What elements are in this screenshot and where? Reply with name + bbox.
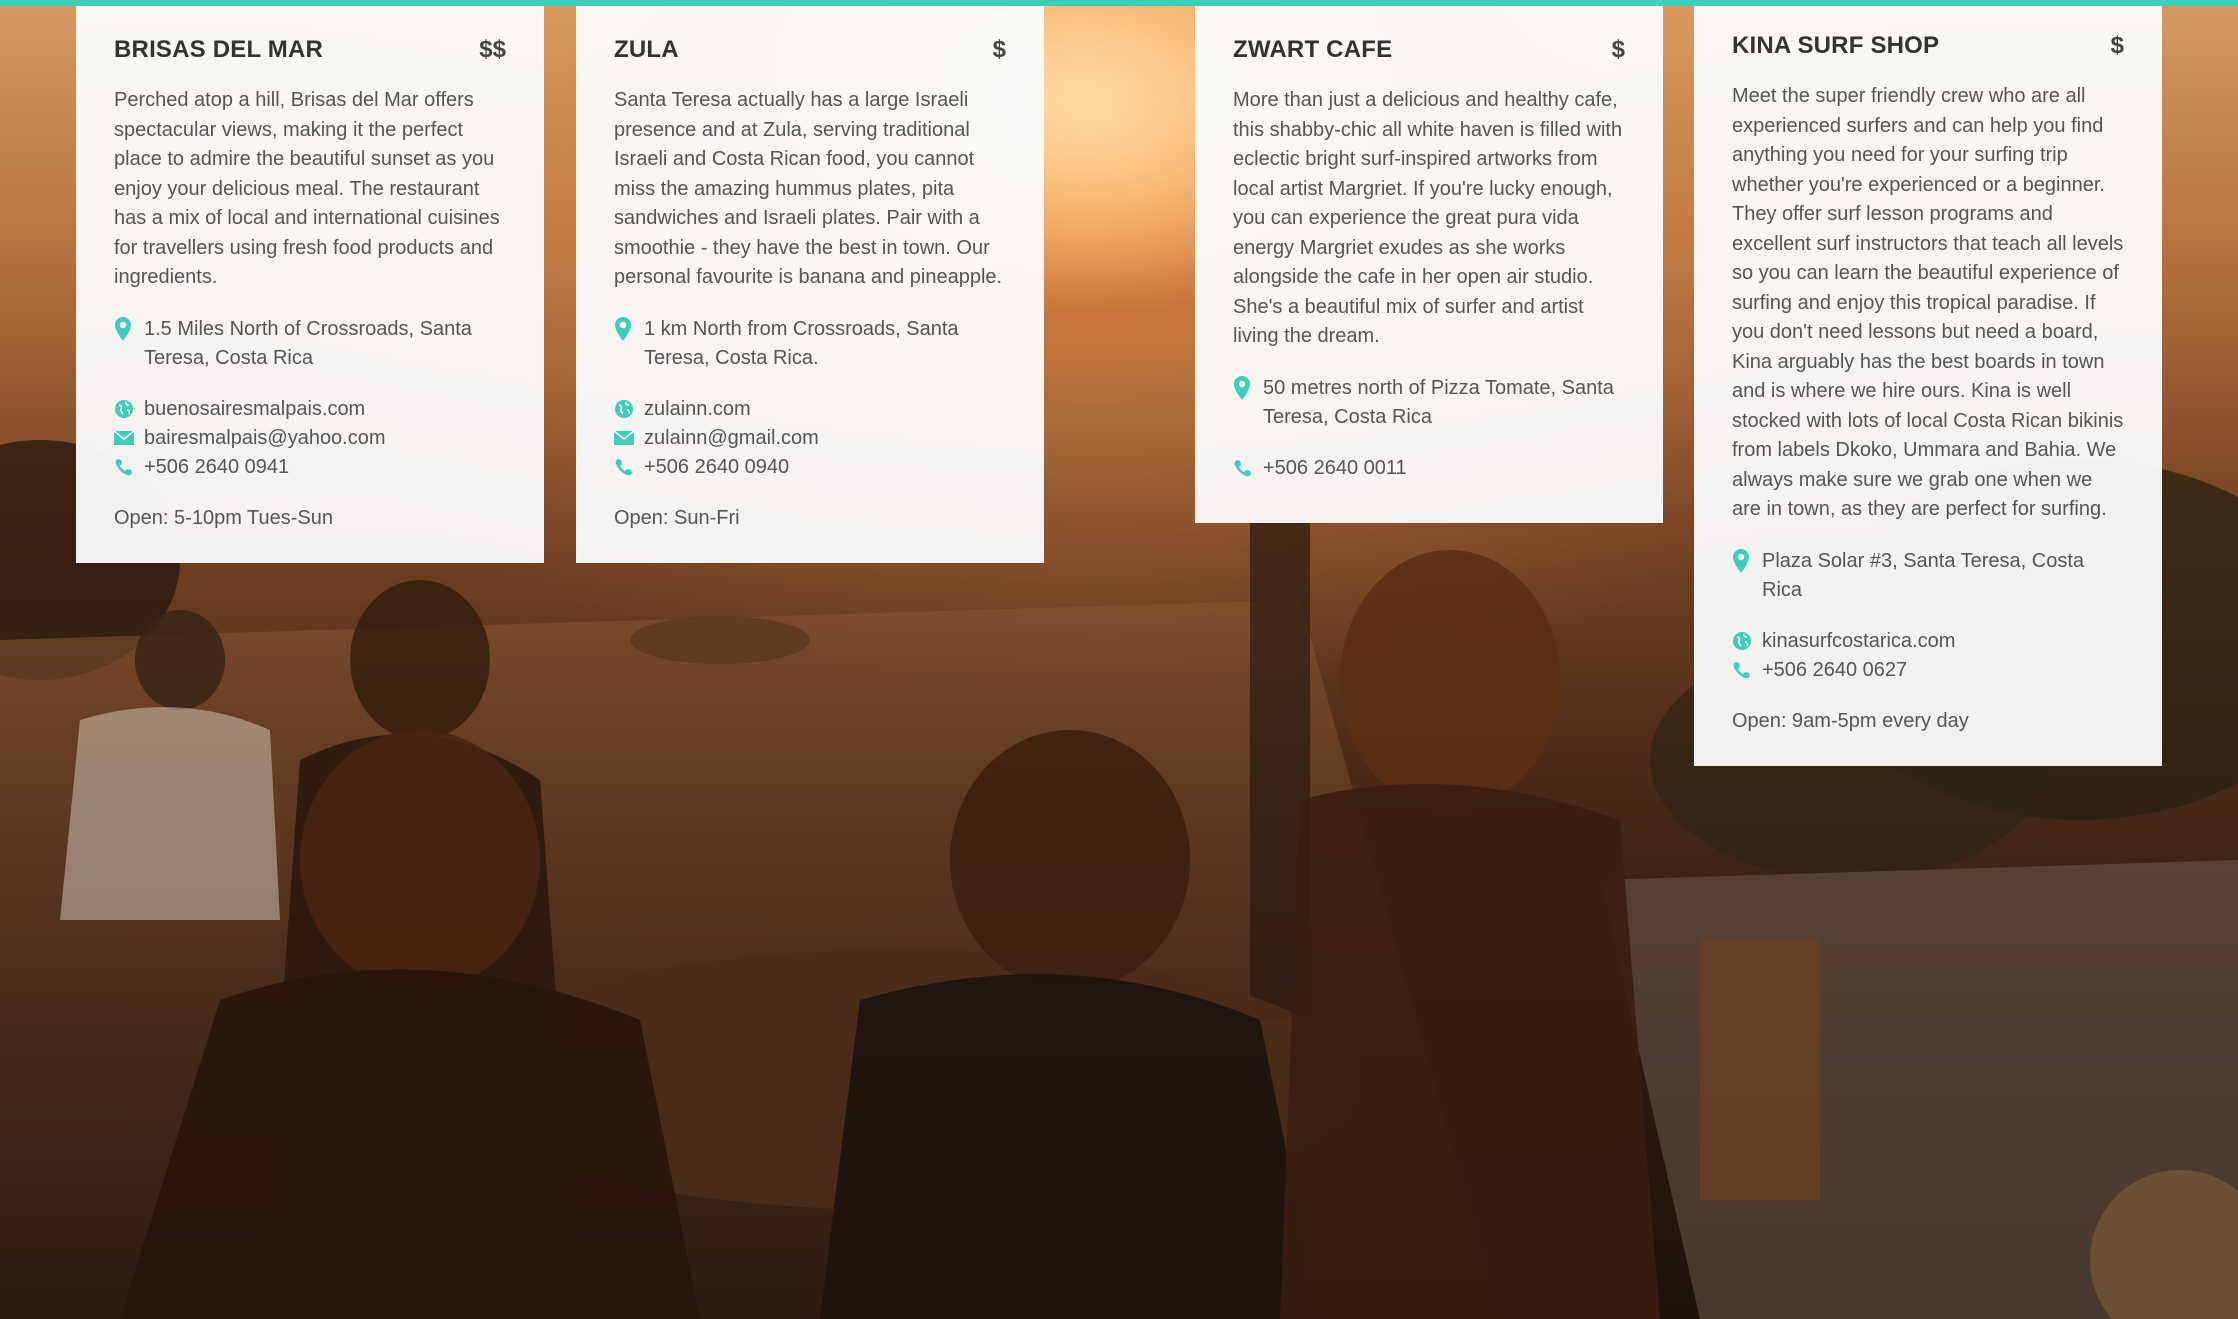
address-group: Plaza Solar #3, Santa Teresa, Costa Rica [1732,547,2124,605]
card-header: ZWART CAFE $ [1233,36,1625,64]
person-body-4 [1280,784,1660,1319]
phone-link[interactable]: +506 2640 0941 [144,453,289,482]
accent-top-bar [0,0,2238,6]
contact-group: zulainn.com zulainn@gmail.com +506 2640 … [614,395,1006,482]
price-level: $ [2110,32,2124,59]
table-front [440,950,1360,1210]
contact-group: kinasurfcostarica.com +506 2640 0627 [1732,627,2124,685]
person-head-1 [350,580,490,740]
listing-card-brisas-del-mar: BRISAS DEL MAR $$ Perched atop a hill, B… [76,6,544,563]
address-row: 1.5 Miles North of Crossroads, Santa Ter… [114,315,506,373]
chair-right [1700,940,1820,1200]
website-row: kinasurfcostarica.com [1732,627,2124,656]
card-header: BRISAS DEL MAR $$ [114,36,506,64]
person-head-5 [135,610,225,710]
address-text: 50 metres north of Pizza Tomate, Santa T… [1263,376,1614,428]
phone-icon [1732,656,1754,685]
person-body-1 [260,734,580,1319]
price-level: $ [992,36,1006,63]
listing-card-zula: ZULA $ Santa Teresa actually has a large… [576,6,1044,563]
contact-group: buenosairesmalpais.com bairesmalpais@yah… [114,395,506,482]
phone-link[interactable]: +506 2640 0627 [1762,656,1907,685]
card-description: Santa Teresa actually has a large Israel… [614,89,1003,288]
card-description: Meet the super friendly crew who are all… [1732,85,2124,520]
address-group: 50 metres north of Pizza Tomate, Santa T… [1233,374,1625,432]
map-pin-icon [614,315,636,344]
address-text: Plaza Solar #3, Santa Teresa, Costa Rica [1762,549,2085,601]
price-level: $$ [479,36,506,63]
map-pin-icon [1732,547,1754,576]
phone-icon [614,453,636,482]
phone-link[interactable]: +506 2640 0940 [644,453,789,482]
card-title: ZWART CAFE [1233,36,1393,63]
globe-icon [114,395,136,424]
wicker-ottoman [2090,1170,2238,1319]
listing-card-zwart-cafe: ZWART CAFE $ More than just a delicious … [1195,6,1663,523]
address-row: 50 metres north of Pizza Tomate, Santa T… [1233,374,1625,432]
address-group: 1.5 Miles North of Crossroads, Santa Ter… [114,315,506,373]
website-row: buenosairesmalpais.com [114,395,506,424]
page: BRISAS DEL MAR $$ Perched atop a hill, B… [0,0,2238,1319]
email-row: zulainn@gmail.com [614,424,1006,453]
person-body-3 [820,974,1320,1319]
tree-trunk [1250,520,1310,1020]
website-link[interactable]: zulainn.com [644,395,751,424]
person-head-4 [1340,550,1560,810]
globe-icon [1732,627,1754,656]
table-back [630,616,810,664]
address-text: 1.5 Miles North of Crossroads, Santa Ter… [144,317,472,369]
phone-row: +506 2640 0011 [1233,454,1625,483]
phone-row: +506 2640 0940 [614,453,1006,482]
person-head-2 [300,730,540,990]
opening-hours: Open: Sun-Fri [614,506,740,529]
card-description: Perched atop a hill, Brisas del Mar offe… [114,89,500,288]
email-link[interactable]: zulainn@gmail.com [644,424,819,453]
map-pin-icon [114,315,136,344]
email-link[interactable]: bairesmalpais@yahoo.com [144,424,386,453]
opening-hours: Open: 5-10pm Tues-Sun [114,506,334,529]
gravel [1600,860,2238,1319]
card-header: ZULA $ [614,36,1006,64]
globe-icon [614,395,636,424]
card-title: BRISAS DEL MAR [114,36,324,63]
card-header: KINA SURF SHOP $ [1732,32,2124,60]
website-row: zulainn.com [614,395,1006,424]
person-body-2 [120,969,700,1319]
address-text: 1 km North from Crossroads, Santa Teresa… [644,317,959,369]
card-title: KINA SURF SHOP [1732,32,1940,59]
phone-link[interactable]: +506 2640 0011 [1263,454,1407,483]
person-body-5 [60,707,280,920]
envelope-icon [614,424,636,453]
phone-row: +506 2640 0941 [114,453,506,482]
envelope-icon [114,424,136,453]
address-group: 1 km North from Crossroads, Santa Teresa… [614,315,1006,373]
price-level: $ [1611,36,1625,63]
phone-row: +506 2640 0627 [1732,656,2124,685]
phone-icon [114,453,136,482]
email-row: bairesmalpais@yahoo.com [114,424,506,453]
phone-icon [1233,454,1255,483]
person-head-3 [950,730,1190,990]
website-link[interactable]: buenosairesmalpais.com [144,395,365,424]
listing-card-kina-surf-shop: KINA SURF SHOP $ Meet the super friendly… [1694,6,2162,766]
website-link[interactable]: kinasurfcostarica.com [1762,627,1955,656]
card-description: More than just a delicious and healthy c… [1233,89,1623,347]
opening-hours: Open: 9am-5pm every day [1732,709,1969,732]
deck-floor [0,600,1500,1319]
map-pin-icon [1233,374,1255,403]
address-row: 1 km North from Crossroads, Santa Teresa… [614,315,1006,373]
card-title: ZULA [614,36,679,63]
address-row: Plaza Solar #3, Santa Teresa, Costa Rica [1732,547,2124,605]
